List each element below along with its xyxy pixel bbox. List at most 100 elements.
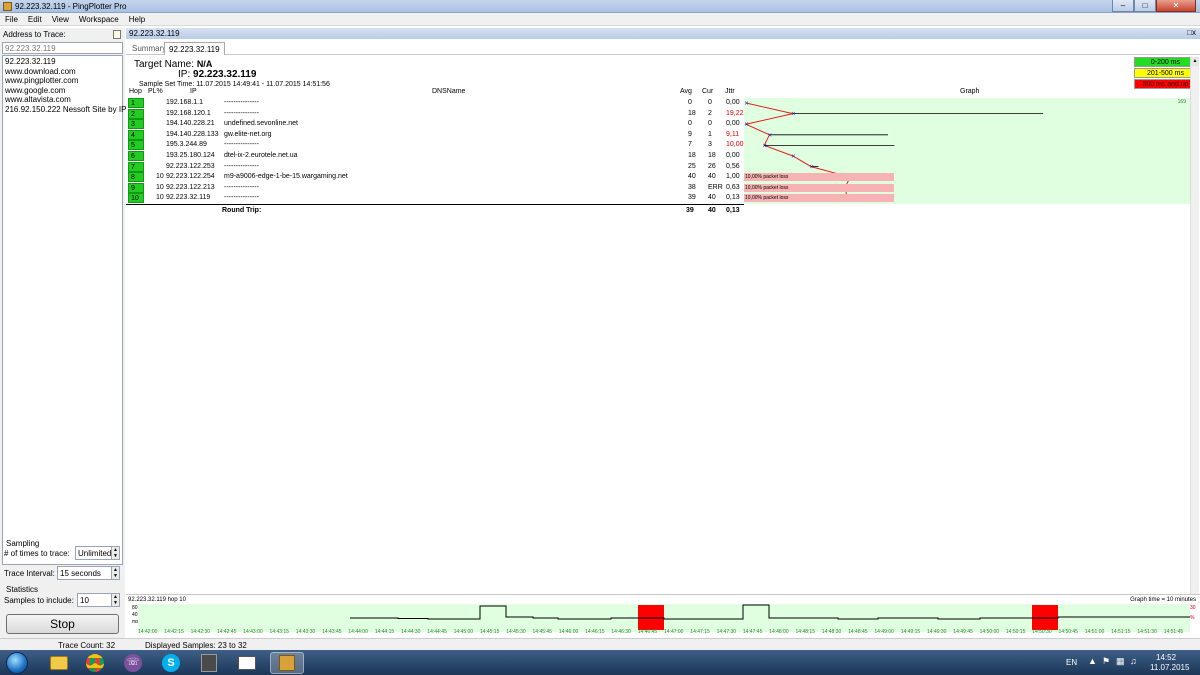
hop-number: 1 bbox=[128, 98, 144, 108]
tray-expand-icon[interactable]: ▲ bbox=[1088, 656, 1097, 666]
hop-ip: 92.223.32.119 bbox=[166, 194, 211, 202]
displayed-samples: Displayed Samples: 23 to 32 bbox=[145, 641, 247, 650]
time-tick-label: 14:51:45 bbox=[1163, 629, 1184, 635]
col-graph[interactable]: Graph bbox=[960, 88, 979, 95]
menu-view[interactable]: View bbox=[47, 13, 74, 25]
table-row[interactable]: 5 195.3.244.89 --------------- 7 3 10,00 bbox=[126, 140, 1190, 151]
hop-number: 10 bbox=[128, 193, 144, 204]
chrome-icon[interactable] bbox=[78, 652, 112, 674]
hop-number: 2 bbox=[128, 108, 144, 119]
col-avg[interactable]: Avg bbox=[680, 88, 692, 95]
volume-icon[interactable]: ♫ bbox=[1130, 656, 1137, 666]
round-trip-label: Round Trip: bbox=[222, 207, 262, 214]
table-row[interactable]: 8 10 92.223.122.254 m9-a9006-edge-1-be-15.w… bbox=[126, 172, 1190, 183]
table-row[interactable]: 6 193.25.180.124 dtel-ix-2.eurotele.net.ua… bbox=[126, 151, 1190, 162]
time-tick-label: 14:46:15 bbox=[585, 629, 605, 635]
menu-file[interactable]: File bbox=[0, 13, 23, 25]
skype-icon[interactable]: S bbox=[154, 652, 188, 674]
hop-pl: 10 bbox=[156, 194, 164, 202]
col-hop[interactable]: Hop bbox=[129, 88, 142, 95]
pin-icon[interactable]: □x bbox=[1187, 28, 1196, 37]
address-item[interactable]: 92.223.32.119 bbox=[5, 57, 120, 67]
trace-interval-input[interactable]: 15 seconds ▲ ▼ bbox=[57, 566, 120, 580]
explorer-icon[interactable] bbox=[42, 652, 76, 674]
language-indicator[interactable]: EN bbox=[1066, 658, 1077, 667]
history-title: 92.223.32.119 hop 10 bbox=[128, 597, 186, 603]
col-cur[interactable]: Cur bbox=[702, 88, 713, 95]
table-row[interactable]: 3 194.140.228.21 undefined.sevonline.net 0 0… bbox=[126, 119, 1190, 130]
address-item[interactable]: 216.92.150.222 Nessoft Site by IP bbox=[5, 105, 126, 115]
minimize-button[interactable]: – bbox=[1112, 0, 1134, 12]
hop-dns: --------------- bbox=[224, 109, 259, 117]
clock-time[interactable]: 14:52 bbox=[1156, 653, 1176, 662]
start-button[interactable] bbox=[6, 652, 28, 674]
col-ip[interactable]: IP bbox=[190, 88, 197, 95]
time-tick-label: 14:48:45 bbox=[848, 629, 868, 635]
address-item[interactable]: www.altavista.com bbox=[5, 95, 120, 105]
time-tick-label: 14:47:15 bbox=[690, 629, 710, 635]
table-row[interactable]: 4 194.140.228.133 gw.elite-net.org 9 1 9,11 bbox=[126, 129, 1190, 141]
menu-bar: File Edit View Workspace Help bbox=[0, 13, 1200, 26]
spin-arrows-icon[interactable]: ▲ ▼ bbox=[111, 567, 119, 579]
samples-input[interactable]: 10 ▲ ▼ bbox=[77, 593, 120, 607]
vertical-scrollbar[interactable]: ▲ ▼ bbox=[1190, 57, 1199, 612]
stop-button[interactable]: Stop bbox=[6, 614, 119, 634]
spin-arrows-icon[interactable]: ▲ ▼ bbox=[111, 547, 119, 559]
clock-date[interactable]: 11.07.2015 bbox=[1150, 663, 1189, 672]
time-tick-label: 14:45:30 bbox=[506, 629, 526, 635]
hop-dns: undefined.sevonline.net bbox=[224, 120, 298, 128]
left-panel: Address to Trace: 92.223.32.119 92.223.3… bbox=[0, 28, 126, 668]
sample-set-label: Sample Set Time: bbox=[139, 81, 195, 88]
times-to-trace-value: Unlimited bbox=[78, 549, 112, 558]
spin-arrows-icon[interactable]: ▲ ▼ bbox=[111, 594, 119, 606]
window-app-icon[interactable] bbox=[230, 652, 264, 674]
table-row[interactable]: 2 192.168.120.1 --------------- 18 2 19,22 bbox=[126, 108, 1190, 120]
table-row[interactable]: 9 10 92.223.122.213 --------------- 38 ERR 0,6… bbox=[126, 182, 1190, 194]
hop-ip: 92.223.122.253 bbox=[166, 162, 215, 170]
table-row[interactable]: 10 10 92.223.32.119 --------------- 39 40 0,13… bbox=[126, 193, 1190, 204]
round-trip-row: Round Trip: 39 40 0,13 bbox=[126, 204, 744, 215]
time-tick-label: 14:48:15 bbox=[795, 629, 815, 635]
scroll-up-icon[interactable]: ▲ bbox=[1191, 57, 1199, 66]
hop-avg: 18 bbox=[688, 152, 696, 159]
address-input[interactable]: 92.223.32.119 bbox=[2, 42, 123, 54]
col-dns[interactable]: DNSName bbox=[432, 88, 465, 95]
address-item[interactable]: www.google.com bbox=[5, 86, 120, 96]
game-launcher-icon[interactable] bbox=[192, 652, 226, 674]
history-chart[interactable] bbox=[138, 604, 1190, 632]
menu-workspace[interactable]: Workspace bbox=[74, 13, 124, 25]
hop-avg: 0 bbox=[688, 99, 692, 106]
hop-jttr: 0,00 bbox=[726, 152, 740, 159]
menu-edit[interactable]: Edit bbox=[23, 13, 47, 25]
viber-icon[interactable]: ☏ bbox=[116, 652, 150, 674]
table-row[interactable]: 7 92.223.122.253 --------------- 25 26 0,56 bbox=[126, 161, 1190, 173]
status-bar: Trace Count: 32 Displayed Samples: 23 to… bbox=[0, 638, 1200, 650]
pane-header: 92.223.32.119 □x bbox=[126, 28, 1200, 39]
address-item[interactable]: www.download.com bbox=[5, 67, 120, 77]
network-icon[interactable]: ▦ bbox=[1116, 656, 1125, 667]
history-loss-unit: % bbox=[1190, 615, 1195, 621]
close-button[interactable]: ✕ bbox=[1156, 0, 1196, 12]
maximize-button[interactable]: □ bbox=[1134, 0, 1156, 12]
new-target-icon[interactable] bbox=[113, 30, 121, 39]
address-item[interactable]: www.pingplotter.com bbox=[5, 76, 120, 86]
system-tray: EN ▲ ⚑ ▦ ♫ 14:52 11.07.2015 bbox=[1060, 650, 1200, 675]
trace-interval-value: 15 seconds bbox=[60, 569, 101, 578]
hop-avg: 9 bbox=[688, 130, 692, 138]
time-tick-label: 14:49:30 bbox=[927, 629, 947, 635]
col-pl[interactable]: PL% bbox=[148, 88, 163, 95]
hop-jttr: 19,22 bbox=[726, 109, 744, 117]
time-tick-label: 14:45:00 bbox=[453, 629, 474, 635]
tab-target[interactable]: 92.223.32.119 bbox=[164, 42, 225, 55]
menu-help[interactable]: Help bbox=[124, 13, 150, 25]
action-center-icon[interactable]: ⚑ bbox=[1102, 656, 1110, 667]
times-to-trace-input[interactable]: Unlimited ▲ ▼ bbox=[75, 546, 120, 560]
table-header: Hop PL% IP DNSName Avg Cur Jttr Graph bbox=[126, 88, 1190, 97]
col-jttr[interactable]: Jttr bbox=[725, 88, 735, 95]
time-tick-label: 14:51:00 bbox=[1084, 629, 1105, 635]
time-tick-label: 14:47:45 bbox=[742, 629, 763, 635]
pingplotter-taskbar-icon[interactable] bbox=[270, 652, 304, 674]
time-tick-label: 14:50:15 bbox=[1005, 629, 1026, 635]
table-row[interactable]: 1 192.168.1.1 --------------- 0 0 0,00 bbox=[126, 98, 1190, 109]
address-list: 92.223.32.119 www.download.com www.pingp… bbox=[2, 55, 126, 565]
